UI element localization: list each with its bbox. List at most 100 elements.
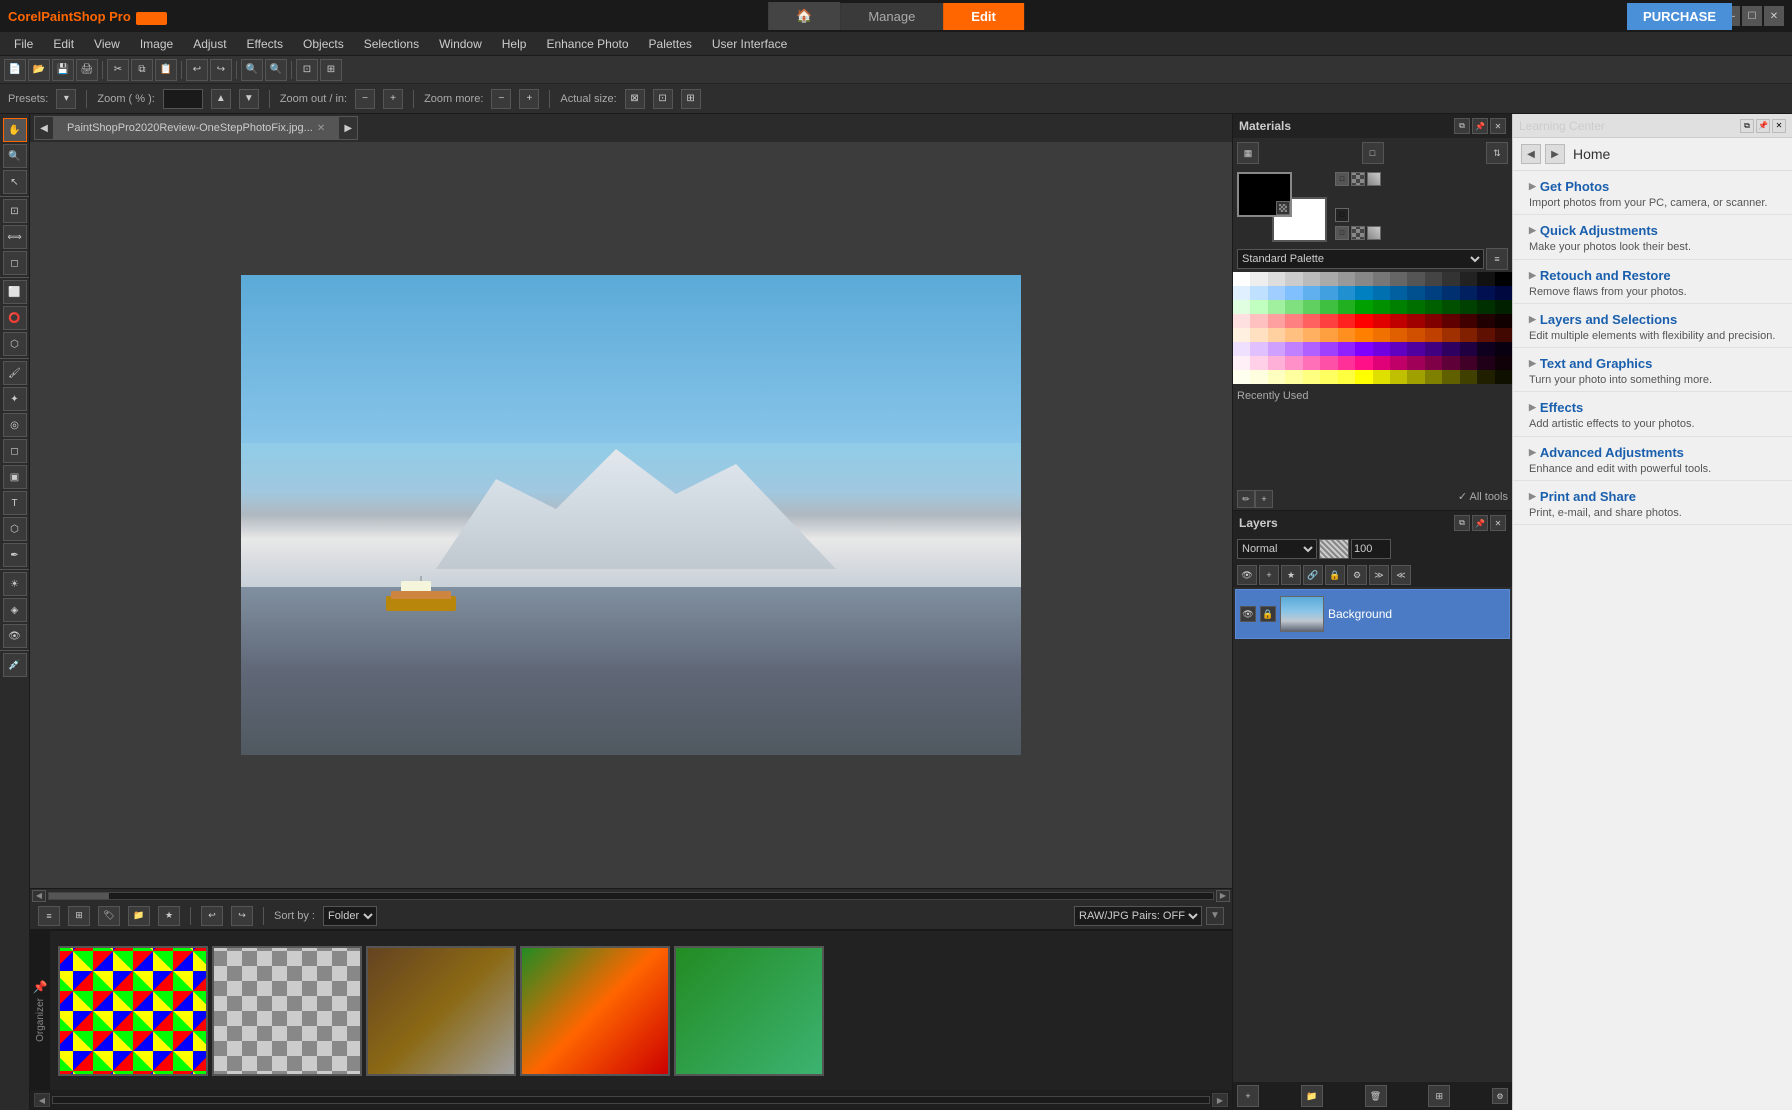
tool-fill[interactable]: ▣: [3, 465, 27, 489]
tool-eraser[interactable]: ◻: [3, 439, 27, 463]
swatch-0-2[interactable]: [1268, 272, 1285, 286]
swatch-5-14[interactable]: [1477, 342, 1494, 356]
swatch-4-3[interactable]: [1285, 328, 1302, 342]
swatch-7-14[interactable]: [1477, 370, 1494, 384]
swatch-5-9[interactable]: [1390, 342, 1407, 356]
swatch-1-5[interactable]: [1320, 286, 1337, 300]
swatch-2-8[interactable]: [1373, 300, 1390, 314]
color-extra-btn6[interactable]: [1351, 226, 1365, 240]
zoom-in-btn[interactable]: 🔍: [265, 59, 287, 81]
organizer-redo-btn[interactable]: ↪: [231, 906, 253, 926]
org-scroll-left[interactable]: ◀: [34, 1093, 50, 1107]
swatch-4-7[interactable]: [1355, 328, 1372, 342]
lc-forward-btn[interactable]: ▶: [1545, 144, 1565, 164]
swatch-2-14[interactable]: [1477, 300, 1494, 314]
swatch-0-13[interactable]: [1460, 272, 1477, 286]
thumb-3[interactable]: [366, 946, 516, 1076]
swatch-3-10[interactable]: [1407, 314, 1424, 328]
swatch-2-7[interactable]: [1355, 300, 1372, 314]
swatch-2-11[interactable]: [1425, 300, 1442, 314]
swatch-4-11[interactable]: [1425, 328, 1442, 342]
swatch-0-0[interactable]: [1233, 272, 1250, 286]
org-scroll-right[interactable]: ▶: [1212, 1093, 1228, 1107]
scroll-track[interactable]: [48, 892, 1214, 900]
copy-btn[interactable]: ⧉: [131, 59, 153, 81]
swatch-4-2[interactable]: [1268, 328, 1285, 342]
swatch-4-4[interactable]: [1303, 328, 1320, 342]
org-scroll-track[interactable]: [52, 1096, 1210, 1104]
blend-mode-select[interactable]: Normal: [1237, 539, 1317, 559]
tool-perspective[interactable]: ◻: [3, 251, 27, 275]
color-extra-btn5[interactable]: □: [1335, 226, 1349, 240]
color-extra-btn1[interactable]: □: [1335, 172, 1349, 186]
menu-ui[interactable]: User Interface: [702, 35, 797, 53]
swatch-4-13[interactable]: [1460, 328, 1477, 342]
swatch-7-6[interactable]: [1338, 370, 1355, 384]
menu-enhance-photo[interactable]: Enhance Photo: [536, 35, 638, 53]
layers-more-btn[interactable]: ≫: [1369, 565, 1389, 585]
menu-effects[interactable]: Effects: [237, 35, 293, 53]
layer-locked-icon[interactable]: 🔒: [1260, 606, 1276, 622]
canvas-area[interactable]: [30, 142, 1232, 888]
sort-by-select[interactable]: Folder: [323, 906, 377, 926]
swatch-2-4[interactable]: [1303, 300, 1320, 314]
swatch-1-10[interactable]: [1407, 286, 1424, 300]
swatch-2-1[interactable]: [1250, 300, 1267, 314]
image-tab[interactable]: PaintShopPro2020Review-OneStepPhotoFix.j…: [54, 116, 338, 140]
swatch-6-1[interactable]: [1250, 356, 1267, 370]
layers-blend-btn[interactable]: ⚙: [1347, 565, 1367, 585]
swatch-7-9[interactable]: [1390, 370, 1407, 384]
swatch-6-3[interactable]: [1285, 356, 1302, 370]
swatch-4-12[interactable]: [1442, 328, 1459, 342]
swatch-0-15[interactable]: [1495, 272, 1512, 286]
swatch-3-15[interactable]: [1495, 314, 1512, 328]
swatch-4-14[interactable]: [1477, 328, 1494, 342]
swatch-6-10[interactable]: [1407, 356, 1424, 370]
swatch-2-10[interactable]: [1407, 300, 1424, 314]
swatch-4-10[interactable]: [1407, 328, 1424, 342]
lc-pin-btn[interactable]: 📌: [1756, 119, 1770, 133]
swatch-3-13[interactable]: [1460, 314, 1477, 328]
swatch-3-9[interactable]: [1390, 314, 1407, 328]
swatch-2-13[interactable]: [1460, 300, 1477, 314]
lc-item-quick-adj[interactable]: Quick Adjustments Make your photos look …: [1513, 215, 1792, 259]
menu-window[interactable]: Window: [429, 35, 492, 53]
organizer-star-btn[interactable]: ★: [158, 906, 180, 926]
swatch-7-10[interactable]: [1407, 370, 1424, 384]
swatch-2-9[interactable]: [1390, 300, 1407, 314]
swatch-6-7[interactable]: [1355, 356, 1372, 370]
swatch-3-0[interactable]: [1233, 314, 1250, 328]
swatch-0-3[interactable]: [1285, 272, 1302, 286]
lc-item-advanced[interactable]: Advanced Adjustments Enhance and edit wi…: [1513, 437, 1792, 481]
home-tab[interactable]: 🏠: [768, 2, 840, 30]
materials-close-btn[interactable]: ✕: [1490, 118, 1506, 134]
close-button[interactable]: ✕: [1764, 6, 1784, 26]
organizer-tag-btn[interactable]: 🏷: [98, 906, 120, 926]
raw-jpg-select[interactable]: RAW/JPG Pairs: OFF: [1074, 906, 1202, 926]
color-extra-btn3[interactable]: [1367, 172, 1381, 186]
lc-item-title-retouch[interactable]: Retouch and Restore: [1529, 268, 1784, 283]
swatch-6-11[interactable]: [1425, 356, 1442, 370]
organizer-view2-btn[interactable]: ⊞: [68, 906, 90, 926]
swatch-6-9[interactable]: [1390, 356, 1407, 370]
tab-next-btn[interactable]: ▶: [338, 116, 358, 140]
cut-btn[interactable]: ✂: [107, 59, 129, 81]
swatch-5-2[interactable]: [1268, 342, 1285, 356]
swatch-1-12[interactable]: [1442, 286, 1459, 300]
tool-magic-wand[interactable]: ⬡: [3, 332, 27, 356]
lc-item-title-text[interactable]: Text and Graphics: [1529, 356, 1784, 371]
organizer-close-btn[interactable]: ▼: [1206, 907, 1224, 925]
swatch-2-15[interactable]: [1495, 300, 1512, 314]
lc-item-retouch[interactable]: Retouch and Restore Remove flaws from yo…: [1513, 260, 1792, 304]
tool-select-arrow[interactable]: ↖: [3, 170, 27, 194]
scroll-thumb[interactable]: [49, 893, 109, 899]
lc-item-title-get-photos[interactable]: Get Photos: [1529, 179, 1784, 194]
swatch-6-6[interactable]: [1338, 356, 1355, 370]
tool-crop[interactable]: ⊡: [3, 199, 27, 223]
swatch-5-8[interactable]: [1373, 342, 1390, 356]
swatch-0-5[interactable]: [1320, 272, 1337, 286]
swatch-7-8[interactable]: [1373, 370, 1390, 384]
layers-close-btn[interactable]: ✕: [1490, 515, 1506, 531]
swatch-1-11[interactable]: [1425, 286, 1442, 300]
swatch-6-5[interactable]: [1320, 356, 1337, 370]
